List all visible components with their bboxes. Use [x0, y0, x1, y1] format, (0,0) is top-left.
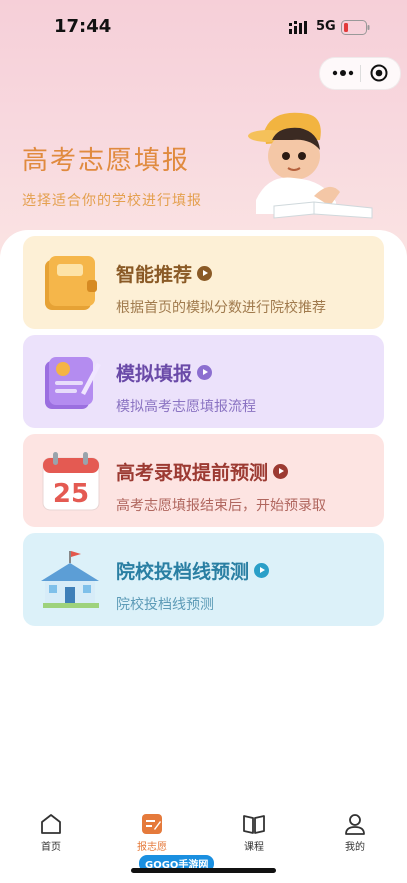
play-icon — [197, 266, 213, 281]
battery-icon — [341, 20, 370, 35]
play-icon — [197, 365, 213, 380]
close-icon[interactable] — [370, 64, 388, 82]
miniprogram-capsule — [319, 57, 401, 90]
tab-label: 课程 — [244, 842, 264, 853]
form-pen-icon — [45, 357, 101, 409]
card-smart-recommend[interactable]: 智能推荐 根据首页的模拟分数进行院校推荐 — [23, 236, 384, 329]
card-title: 院校投档线预测 — [116, 557, 270, 584]
student-illustration — [248, 112, 373, 219]
card-admission-forecast[interactable]: 25 高考录取提前预测 高考志愿填报结束后，开始预录取 — [23, 434, 384, 527]
book-icon — [243, 815, 265, 834]
card-mock-fill[interactable]: 模拟填报 模拟高考志愿填报流程 — [23, 335, 384, 428]
calendar-icon: 25 — [42, 452, 100, 511]
page-subtitle: 选择适合你的学校进行填报 — [22, 193, 202, 209]
tab-mine[interactable]: 我的 — [325, 813, 385, 853]
tab-label: 首页 — [41, 842, 61, 853]
card-desc: 院校投档线预测 — [116, 597, 214, 613]
status-bar: 17:44 5G — [0, 14, 407, 42]
status-time: 17:44 — [54, 16, 112, 37]
edit-icon — [142, 814, 162, 834]
card-title: 高考录取提前预测 — [116, 458, 289, 485]
tab-label: 我的 — [345, 842, 365, 853]
tab-fill[interactable]: 报志愿 — [122, 813, 182, 853]
page-title: 高考志愿填报 — [22, 146, 191, 176]
card-title: 模拟填报 — [116, 359, 213, 386]
card-title: 智能推荐 — [116, 260, 213, 287]
tab-label: 报志愿 — [137, 842, 167, 853]
card-desc: 模拟高考志愿填报流程 — [116, 399, 256, 415]
calendar-number: 25 — [53, 479, 89, 509]
home-indicator[interactable] — [131, 868, 276, 873]
play-icon — [273, 464, 289, 479]
home-icon — [41, 814, 61, 834]
card-desc: 高考志愿填报结束后，开始预录取 — [116, 498, 326, 514]
notebook-icon — [45, 256, 97, 310]
tab-home[interactable]: 首页 — [21, 813, 81, 853]
capsule-divider — [360, 65, 361, 82]
user-icon — [345, 814, 365, 835]
tab-course[interactable]: 课程 — [224, 813, 284, 853]
card-desc: 根据首页的模拟分数进行院校推荐 — [116, 300, 326, 316]
card-cutoff-forecast[interactable]: 院校投档线预测 院校投档线预测 — [23, 533, 384, 626]
network-type: 5G — [316, 19, 336, 34]
school-building-icon — [41, 551, 99, 608]
more-icon[interactable] — [330, 66, 356, 80]
play-icon — [254, 563, 270, 578]
signal-icon — [289, 21, 307, 34]
